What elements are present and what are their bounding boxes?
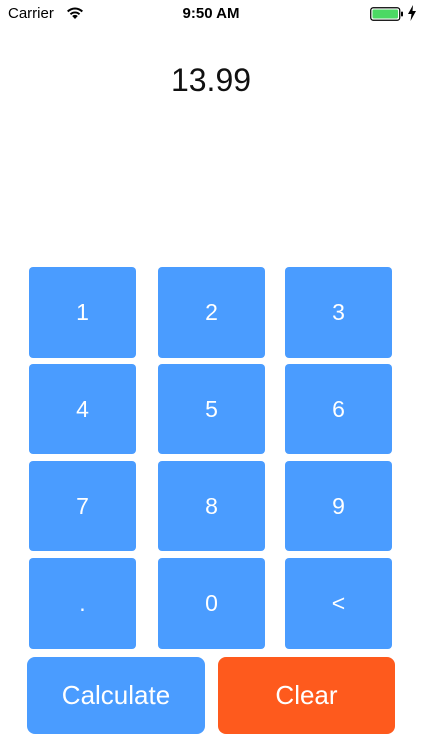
key-backspace[interactable]: <: [285, 558, 392, 649]
key-decimal[interactable]: .: [29, 558, 136, 649]
key-9[interactable]: 9: [285, 461, 392, 551]
key-1[interactable]: 1: [29, 267, 136, 358]
key-5[interactable]: 5: [158, 364, 265, 454]
key-6[interactable]: 6: [285, 364, 392, 454]
key-4[interactable]: 4: [29, 364, 136, 454]
key-7[interactable]: 7: [29, 461, 136, 551]
clear-button[interactable]: Clear: [218, 657, 395, 734]
keypad: 1 2 3 4 5 6 7 8 9 . 0 <: [0, 0, 422, 750]
calculate-button[interactable]: Calculate: [27, 657, 205, 734]
key-3[interactable]: 3: [285, 267, 392, 358]
key-0[interactable]: 0: [158, 558, 265, 649]
key-8[interactable]: 8: [158, 461, 265, 551]
key-2[interactable]: 2: [158, 267, 265, 358]
